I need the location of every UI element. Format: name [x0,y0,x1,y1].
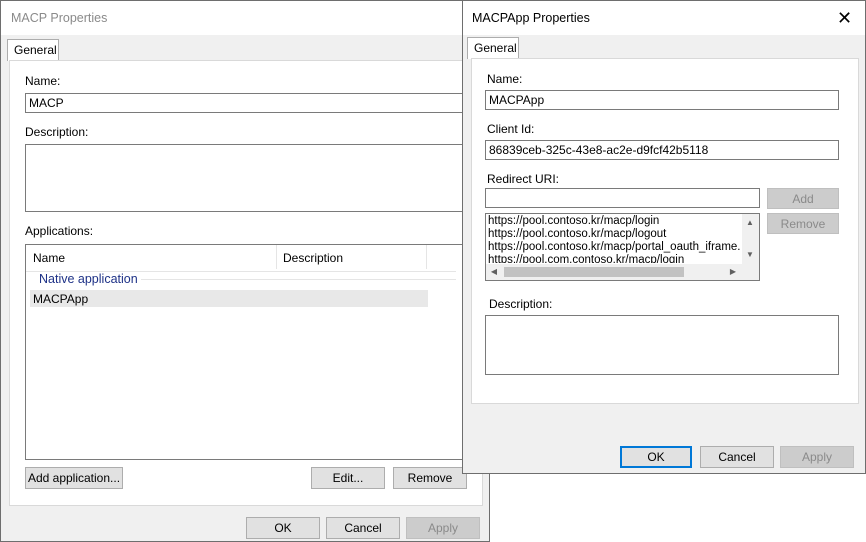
remove-button[interactable]: Remove [393,467,467,489]
close-icon[interactable]: ✕ [837,9,852,27]
ok-button[interactable]: OK [620,446,692,468]
cancel-button[interactable]: Cancel [700,446,774,468]
scroll-left-icon[interactable]: ◀ [487,265,501,279]
applications-label: Applications: [25,224,94,238]
column-header-name[interactable]: Name [33,251,65,265]
tab-general[interactable]: General [7,39,59,61]
apply-button[interactable]: Apply [780,446,854,468]
list-item[interactable]: https://pool.contoso.kr/macp/logout [488,228,666,240]
scroll-right-icon[interactable]: ▶ [726,265,740,279]
name-field[interactable]: MACP [25,93,469,113]
cancel-button[interactable]: Cancel [326,517,400,539]
redirect-uri-label: Redirect URI: [487,172,560,186]
tab-general[interactable]: General [467,37,519,59]
applications-list[interactable]: Name Description Native application MACP… [25,244,469,460]
scrollbar-corner [742,264,759,280]
row-name: MACPApp [33,292,89,306]
dialog-title: MACPApp Properties [472,11,590,25]
description-field[interactable] [485,315,839,375]
scrollbar-thumb[interactable] [504,267,684,277]
name-label: Name: [25,74,61,88]
apply-button[interactable]: Apply [406,517,480,539]
list-item[interactable]: https://pool.contoso.kr/macp/login [488,215,659,227]
add-uri-button[interactable]: Add [767,188,839,209]
macpapp-properties-dialog: MACPApp Properties ✕ General Name: MACPA… [462,0,866,474]
column-header-description[interactable]: Description [283,251,343,265]
redirect-uri-input[interactable] [485,188,760,208]
description-field[interactable] [25,144,469,212]
column-divider [426,245,427,269]
list-item[interactable]: https://pool.contoso.kr/macp/portal_oaut… [488,241,740,253]
description-label: Description: [25,125,89,139]
name-label: Name: [487,72,523,86]
horizontal-scrollbar[interactable]: ◀ ▶ [486,264,742,280]
table-row[interactable]: MACPApp [30,290,428,307]
client-id-label: Client Id: [487,122,535,136]
group-header-native-application: Native application [39,272,138,286]
ok-button[interactable]: OK [246,517,320,539]
name-field[interactable]: MACPApp [485,90,839,110]
title-bar: MACPApp Properties ✕ [463,1,865,35]
vertical-scrollbar[interactable]: ▲ ▼ [742,214,759,264]
list-item[interactable]: https://pool.com.contoso.kr/macp/login [488,254,740,263]
description-label: Description: [489,297,553,311]
redirect-uri-list[interactable]: https://pool.contoso.kr/macp/login https… [485,213,760,281]
group-divider [141,279,456,280]
dialog-title: MACP Properties [11,11,108,25]
add-application-button[interactable]: Add application... [25,467,123,489]
edit-button[interactable]: Edit... [311,467,385,489]
scroll-down-icon[interactable]: ▼ [743,248,757,262]
macp-properties-dialog: MACP Properties General Name: MACP Descr… [0,0,490,542]
client-id-field[interactable]: 86839ceb-325c-43e8-ac2e-d9fcf42b5118 [485,140,839,160]
remove-uri-button[interactable]: Remove [767,213,839,234]
table-header: Name Description [26,245,456,272]
scroll-up-icon[interactable]: ▲ [743,216,757,230]
title-bar: MACP Properties [1,1,489,35]
column-divider [276,245,277,269]
